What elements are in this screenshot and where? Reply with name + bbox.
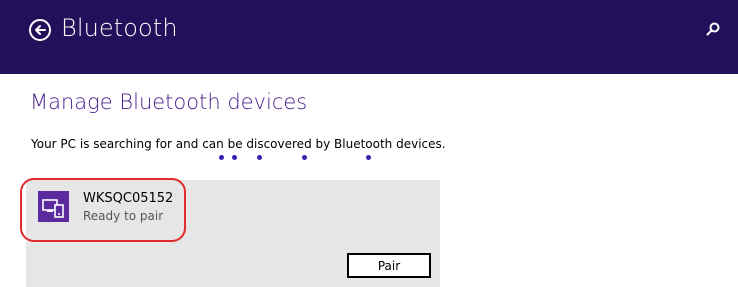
app-header: Bluetooth — [0, 0, 738, 74]
search-status-text: Your PC is searching for and can be disc… — [31, 137, 446, 151]
back-arrow-icon — [35, 25, 46, 35]
page-title: Manage Bluetooth devices — [30, 90, 308, 114]
progress-dot — [219, 155, 224, 160]
progress-dot — [232, 155, 237, 160]
progress-dot — [302, 155, 307, 160]
pair-button[interactable]: Pair — [347, 253, 431, 278]
progress-dot — [257, 155, 262, 160]
app-title: Bluetooth — [61, 14, 178, 42]
back-button[interactable] — [29, 19, 51, 41]
highlight-annotation — [20, 178, 186, 242]
search-icon — [706, 22, 720, 36]
progress-dot — [366, 155, 371, 160]
search-button[interactable] — [705, 21, 721, 37]
searching-progress-indicator — [0, 152, 738, 162]
